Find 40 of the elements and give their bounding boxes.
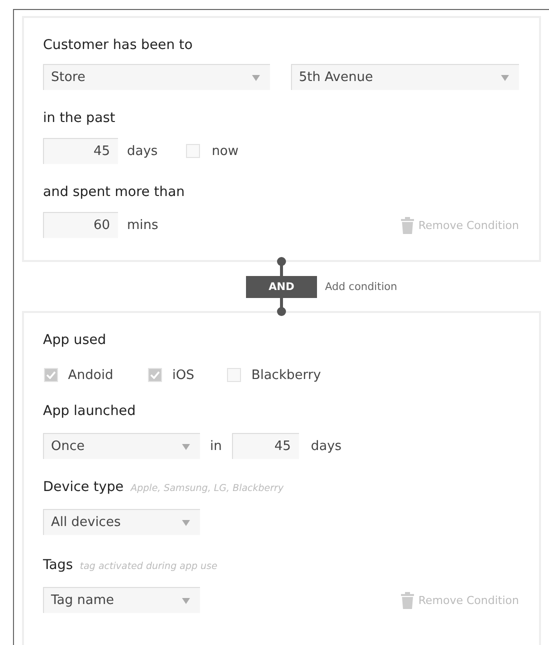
unit-label: days: [127, 144, 158, 158]
number-field[interactable]: 45: [43, 138, 118, 164]
field-label: Device type: [43, 479, 124, 495]
dropdown[interactable]: All devices: [43, 509, 200, 535]
check-icon: [46, 371, 56, 379]
field-label: and spent more than: [43, 184, 185, 200]
trash-icon: [401, 592, 414, 608]
checkbox-label: Blackberry: [251, 368, 321, 382]
number-field[interactable]: 60: [43, 212, 118, 238]
dropdown[interactable]: Tag name: [43, 587, 200, 613]
field-label: Customer has been to: [43, 37, 193, 53]
field-label: App used: [43, 332, 106, 348]
dropdown[interactable]: 5th Avenue: [290, 64, 519, 90]
check-icon: [150, 371, 160, 379]
caret-icon: [501, 74, 509, 80]
and-operator-badge[interactable]: AND: [246, 276, 317, 298]
unit-label: mins: [127, 218, 158, 232]
field-label: Tags: [43, 557, 73, 573]
add-condition-link[interactable]: Add condition: [325, 280, 398, 292]
checkbox-label: Andoid: [68, 368, 114, 382]
caret-icon: [182, 444, 190, 450]
caret-icon: [252, 74, 260, 80]
dropdown[interactable]: Store: [43, 64, 270, 90]
checkbox[interactable]: [148, 368, 162, 382]
field-label: in the past: [43, 110, 116, 126]
hint-text: tag activated during app use: [80, 561, 218, 572]
checkbox-label: now: [212, 144, 239, 158]
checkbox[interactable]: [227, 368, 242, 382]
number-field[interactable]: 45: [232, 433, 299, 459]
caret-icon: [182, 520, 190, 526]
checkbox-label: iOS: [172, 368, 194, 382]
field-label: App launched: [43, 403, 136, 419]
unit-label: in: [210, 438, 222, 454]
checkbox[interactable]: [44, 368, 58, 382]
checkbox[interactable]: [186, 144, 200, 158]
unit-label: days: [310, 438, 342, 454]
caret-icon: [182, 598, 190, 604]
hint-text: Apple, Samsung, LG, Blackberry: [130, 483, 284, 494]
dropdown[interactable]: Once: [43, 433, 200, 459]
trash-icon: [401, 216, 414, 234]
